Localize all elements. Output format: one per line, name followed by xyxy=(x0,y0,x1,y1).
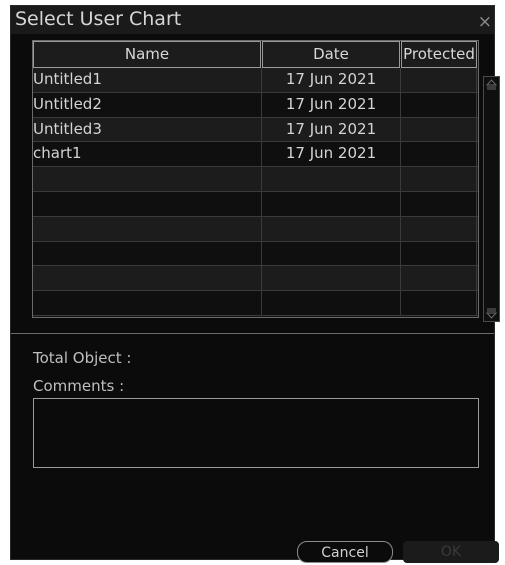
table-row[interactable] xyxy=(33,266,478,292)
cell-name xyxy=(33,216,262,241)
cell-protected xyxy=(401,68,477,92)
cell-name xyxy=(33,192,262,216)
cell-name xyxy=(33,291,262,315)
cell-date: 17 Jun 2021 xyxy=(262,92,401,117)
table-rows: Untitled1 17 Jun 2021 Untitled2 17 Jun 2… xyxy=(33,68,478,317)
table-row[interactable]: chart1 17 Jun 2021 xyxy=(33,142,478,168)
user-chart-table: Name Date Protected Untitled1 17 Jun 202… xyxy=(32,40,479,318)
comments-label: Comments : xyxy=(33,377,125,395)
dialog-title: Select User Chart xyxy=(15,8,182,30)
column-header-date[interactable]: Date xyxy=(262,41,400,68)
cell-date xyxy=(262,241,401,266)
cell-protected xyxy=(401,92,477,117)
table-row[interactable] xyxy=(33,216,478,242)
cell-protected xyxy=(401,167,477,191)
cell-date: 17 Jun 2021 xyxy=(262,68,401,92)
cell-protected xyxy=(401,192,477,216)
table-row[interactable] xyxy=(33,192,478,217)
column-header-protected[interactable]: Protected xyxy=(401,41,477,68)
cell-name xyxy=(33,241,262,266)
cell-date xyxy=(262,192,401,216)
table-row[interactable] xyxy=(33,167,478,192)
cell-date: 17 Jun 2021 xyxy=(262,142,401,167)
comments-field[interactable] xyxy=(33,398,479,468)
cell-date xyxy=(262,216,401,241)
title-bar: Select User Chart × xyxy=(11,6,494,34)
table-row[interactable]: Untitled2 17 Jun 2021 xyxy=(33,92,478,118)
close-icon[interactable]: × xyxy=(478,12,492,32)
vertical-scrollbar[interactable] xyxy=(483,76,500,322)
table-row[interactable]: Untitled3 17 Jun 2021 xyxy=(33,117,478,143)
cell-date xyxy=(262,266,401,291)
cell-protected xyxy=(401,142,477,167)
select-user-chart-dialog: Select User Chart × Name Date Protected … xyxy=(10,5,500,563)
cell-protected xyxy=(401,216,477,241)
cell-name: chart1 xyxy=(33,142,262,167)
total-object-label: Total Object : xyxy=(33,349,132,367)
cell-name xyxy=(33,266,262,291)
cell-protected xyxy=(401,241,477,266)
cell-name: Untitled2 xyxy=(33,92,262,117)
table-row[interactable] xyxy=(33,291,478,316)
cell-date: 17 Jun 2021 xyxy=(262,117,401,142)
cell-name: Untitled3 xyxy=(33,117,262,142)
cell-protected xyxy=(401,266,477,291)
column-header-name[interactable]: Name xyxy=(33,41,261,68)
table-row[interactable]: Untitled1 17 Jun 2021 xyxy=(33,68,478,93)
scroll-down-icon[interactable] xyxy=(486,308,497,319)
ok-button[interactable]: OK xyxy=(403,541,499,563)
section-divider xyxy=(11,333,494,334)
cell-name xyxy=(33,167,262,191)
cell-date xyxy=(262,167,401,191)
scroll-up-icon[interactable] xyxy=(486,79,497,90)
cell-date xyxy=(262,291,401,315)
cell-name: Untitled1 xyxy=(33,68,262,92)
cell-protected xyxy=(401,117,477,142)
cancel-button[interactable]: Cancel xyxy=(297,541,393,563)
cell-protected xyxy=(401,291,477,315)
table-row[interactable] xyxy=(33,241,478,267)
